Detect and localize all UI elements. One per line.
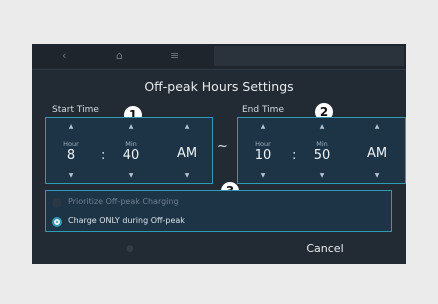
radio-unselected-icon[interactable]	[52, 198, 62, 208]
option-charge-only-off-peak[interactable]: Charge ONLY during Off-peak	[52, 214, 372, 230]
start-minute-down-arrow-icon[interactable]: ▼	[116, 172, 146, 180]
option-prioritize-off-peak[interactable]: Prioritize Off-peak Charging	[52, 195, 372, 211]
start-hour-value: 8	[66, 148, 76, 163]
end-hour-down-arrow-icon[interactable]: ▼	[248, 172, 278, 180]
head-unit-screen: ‹ ⌂ ≡ Off-peak Hours Settings Start Time…	[32, 44, 406, 264]
start-ampm-up-arrow-icon[interactable]: ▲	[170, 123, 204, 131]
start-hour-spinner[interactable]: ▲ Hour 8 ▼	[56, 118, 86, 185]
end-ampm-down-arrow-icon[interactable]: ▼	[360, 172, 394, 180]
end-minute-unit: Min	[316, 140, 328, 148]
end-hour-value: 10	[254, 148, 272, 163]
cancel-button[interactable]: Cancel	[280, 242, 370, 255]
start-hour-up-arrow-icon[interactable]: ▲	[56, 123, 86, 131]
radio-selected-icon[interactable]	[52, 217, 62, 227]
start-ampm-value: AM	[176, 146, 198, 161]
end-time-picker: ▲ Hour 10 ▼ : ▲ Min 50 ▼ ▲ AM ▼	[237, 117, 406, 184]
top-bar: ‹ ⌂ ≡	[32, 44, 406, 70]
status-area	[214, 46, 404, 66]
start-hour-down-arrow-icon[interactable]: ▼	[56, 172, 86, 180]
end-hour-unit: Hour	[255, 140, 271, 148]
end-hour-up-arrow-icon[interactable]: ▲	[248, 123, 278, 131]
end-ampm-value: AM	[366, 146, 388, 161]
option-label: Prioritize Off-peak Charging	[68, 197, 179, 206]
start-time-label: Start Time	[52, 105, 99, 115]
home-icon[interactable]: ⌂	[116, 49, 123, 63]
end-minute-spinner[interactable]: ▲ Min 50 ▼	[307, 118, 337, 185]
back-chevron-icon[interactable]: ‹	[62, 49, 66, 63]
end-ampm-up-arrow-icon[interactable]: ▲	[360, 123, 394, 131]
end-minute-up-arrow-icon[interactable]: ▲	[307, 123, 337, 131]
option-label: Charge ONLY during Off-peak	[68, 216, 185, 225]
end-time-label: End Time	[242, 105, 284, 115]
end-minute-value: 50	[313, 148, 331, 163]
end-ampm-spinner[interactable]: ▲ AM ▼	[360, 118, 394, 185]
ok-button-placeholder: ●	[126, 244, 134, 254]
end-minute-down-arrow-icon[interactable]: ▼	[307, 172, 337, 180]
start-minute-value: 40	[122, 148, 140, 163]
start-minute-up-arrow-icon[interactable]: ▲	[116, 123, 146, 131]
start-hour-unit: Hour	[63, 140, 79, 148]
start-ampm-down-arrow-icon[interactable]: ▼	[170, 172, 204, 180]
end-time-colon: :	[292, 148, 297, 163]
start-minute-spinner[interactable]: ▲ Min 40 ▼	[116, 118, 146, 185]
menu-icon[interactable]: ≡	[170, 49, 179, 63]
range-separator: ~	[217, 139, 228, 154]
start-time-picker: ▲ Hour 8 ▼ : ▲ Min 40 ▼ ▲ AM ▼	[45, 117, 213, 184]
start-ampm-spinner[interactable]: ▲ AM ▼	[170, 118, 204, 185]
start-minute-unit: Min	[125, 140, 137, 148]
dialog-title: Off-peak Hours Settings	[144, 79, 294, 94]
start-time-colon: :	[101, 148, 106, 163]
dialog-footer: ● Cancel	[32, 236, 406, 264]
end-hour-spinner[interactable]: ▲ Hour 10 ▼	[248, 118, 278, 185]
charging-mode-options: Prioritize Off-peak Charging Charge ONLY…	[45, 190, 392, 232]
